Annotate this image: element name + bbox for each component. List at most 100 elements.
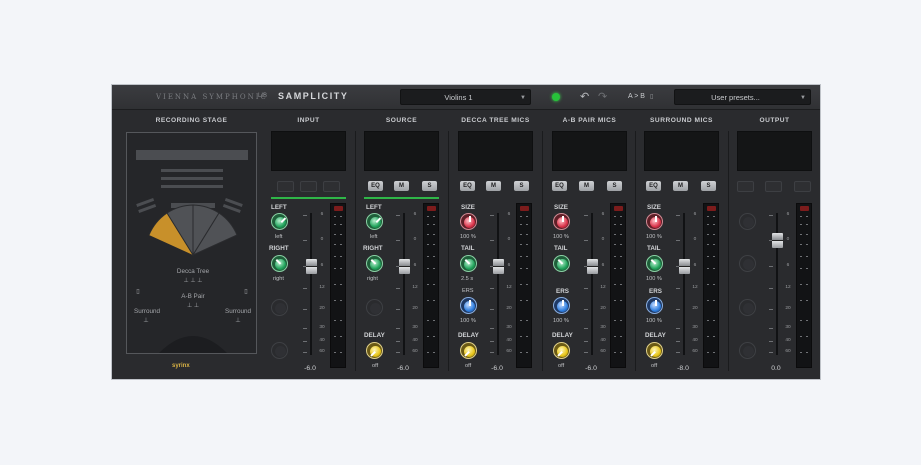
source-fader-tick (396, 328, 400, 329)
source-solo-button[interactable]: S (422, 181, 437, 191)
chevron-down-icon: ▼ (800, 95, 806, 101)
meter-tick (520, 244, 522, 245)
source-fader-handle[interactable] (398, 259, 410, 274)
meter-tick (614, 336, 616, 337)
meter-tick (707, 216, 709, 217)
input-active-line (271, 197, 346, 199)
decca-eq-button[interactable]: EQ (460, 181, 475, 191)
input-clip-indicator[interactable] (334, 206, 343, 211)
meter-tick (713, 300, 715, 301)
orchestra-sections[interactable] (127, 193, 258, 263)
output-fader-scale-label: 6 (786, 212, 790, 217)
meter-tick (620, 320, 622, 321)
surround-tail-knob[interactable] (646, 255, 663, 272)
surround-clip-indicator[interactable] (707, 206, 716, 211)
preset-dropdown[interactable]: Violins 1 ▼ (400, 89, 531, 105)
ab-solo-button[interactable]: S (607, 181, 622, 191)
decca-tree-mics-icon: ⊥ ⊥ ⊥ (183, 278, 203, 284)
decca-fader-track[interactable] (497, 213, 499, 355)
input-fader-scale-label: 30 (319, 325, 325, 330)
copy-icon[interactable]: ▯ (650, 93, 653, 100)
ab-fader-track[interactable] (591, 213, 593, 355)
decca-level-meter (516, 203, 532, 368)
decca-fader-tick (490, 240, 494, 241)
meter-tick (433, 234, 435, 235)
input-left-knob[interactable] (271, 213, 288, 230)
ab-tail-knob[interactable] (553, 255, 570, 272)
decca-fader-tick (490, 215, 494, 216)
surround-fader-handle[interactable] (678, 259, 690, 274)
decca-size-knob[interactable] (460, 213, 477, 230)
status-led (552, 93, 560, 101)
meter-tick (806, 352, 808, 353)
decca-fader-handle[interactable] (492, 259, 504, 274)
surround-ers-value: 100 % (646, 318, 662, 324)
meter-tick (806, 320, 808, 321)
decca-delay-value: off (465, 363, 472, 369)
source-right-knob[interactable] (366, 255, 383, 272)
surround-fader-track[interactable] (683, 213, 685, 355)
input-fader-handle[interactable] (305, 259, 317, 274)
meter-tick (707, 352, 709, 353)
source-fader-track[interactable] (403, 213, 405, 355)
input-right-knob[interactable] (271, 255, 288, 272)
output-fader-handle[interactable] (771, 233, 783, 248)
decca-clip-indicator[interactable] (520, 206, 529, 211)
decca-solo-button[interactable]: S (514, 181, 529, 191)
ab-mute-button[interactable]: M (579, 181, 594, 191)
source-clip-indicator[interactable] (427, 206, 436, 211)
output-clip-indicator[interactable] (800, 206, 809, 211)
source-mute-button[interactable]: M (394, 181, 409, 191)
user-presets-dropdown[interactable]: User presets... ▼ (674, 89, 811, 105)
ab-clip-indicator[interactable] (614, 206, 623, 211)
decca-tail-value: 2.5 s (461, 276, 474, 282)
meter-tick (614, 224, 616, 225)
recording-stage-view[interactable]: Decca Tree ⊥ ⊥ ⊥ A-B Pair ⊥ ⊥ Surround S… (126, 132, 257, 354)
stage-title: RECORDING STAGE (155, 117, 228, 124)
ab-ers-knob[interactable] (553, 297, 570, 314)
surround-mute-button[interactable]: M (673, 181, 688, 191)
ab-delay-knob[interactable] (553, 342, 570, 359)
meter-tick (334, 320, 336, 321)
meter-tick (707, 224, 709, 225)
top-bar: VIENNA SYMPHONIC LIB SAMPLICITY Violins … (112, 85, 820, 110)
output-fader-tick (769, 352, 773, 353)
surround-solo-button[interactable]: S (701, 181, 716, 191)
meter-tick (713, 224, 715, 225)
surround-ers-knob[interactable] (646, 297, 663, 314)
decca-mute-button[interactable]: M (486, 181, 501, 191)
decca-ers-knob[interactable] (460, 297, 477, 314)
meter-tick (520, 284, 522, 285)
meter-tick (520, 216, 522, 217)
input-left-value: left (275, 234, 283, 240)
output-fader-tick (769, 266, 773, 267)
undo-icon[interactable]: ↶ (580, 90, 589, 103)
surround-eq-button[interactable]: EQ (646, 181, 661, 191)
redo-icon[interactable]: ↷ (598, 90, 607, 103)
meter-tick (620, 244, 622, 245)
surround-delay-knob[interactable] (646, 342, 663, 359)
meter-tick (800, 320, 802, 321)
source-left-knob[interactable] (366, 213, 383, 230)
ab-compare-button[interactable]: A > B (628, 93, 645, 100)
ab-size-knob[interactable] (553, 213, 570, 230)
decca-ers-value: 100 % (460, 318, 476, 324)
input-fader-track[interactable] (310, 213, 312, 355)
decca-tail-knob[interactable] (460, 255, 477, 272)
output-eq-button (737, 181, 754, 192)
ab-fader-handle[interactable] (586, 259, 598, 274)
ab-eq-button[interactable]: EQ (552, 181, 567, 191)
ab-delay-value: off (558, 363, 565, 369)
decca-delay-knob[interactable] (460, 342, 477, 359)
meter-tick (713, 234, 715, 235)
meter-tick (340, 256, 342, 257)
meter-tick (707, 244, 709, 245)
surround-size-knob[interactable] (646, 213, 663, 230)
side-marker: ▯ (136, 288, 140, 295)
source-fader-tick (396, 341, 400, 342)
meter-tick (620, 234, 622, 235)
meter-tick (433, 352, 435, 353)
source-delay-knob[interactable] (366, 342, 383, 359)
meter-tick (707, 284, 709, 285)
source-eq-button[interactable]: EQ (368, 181, 383, 191)
